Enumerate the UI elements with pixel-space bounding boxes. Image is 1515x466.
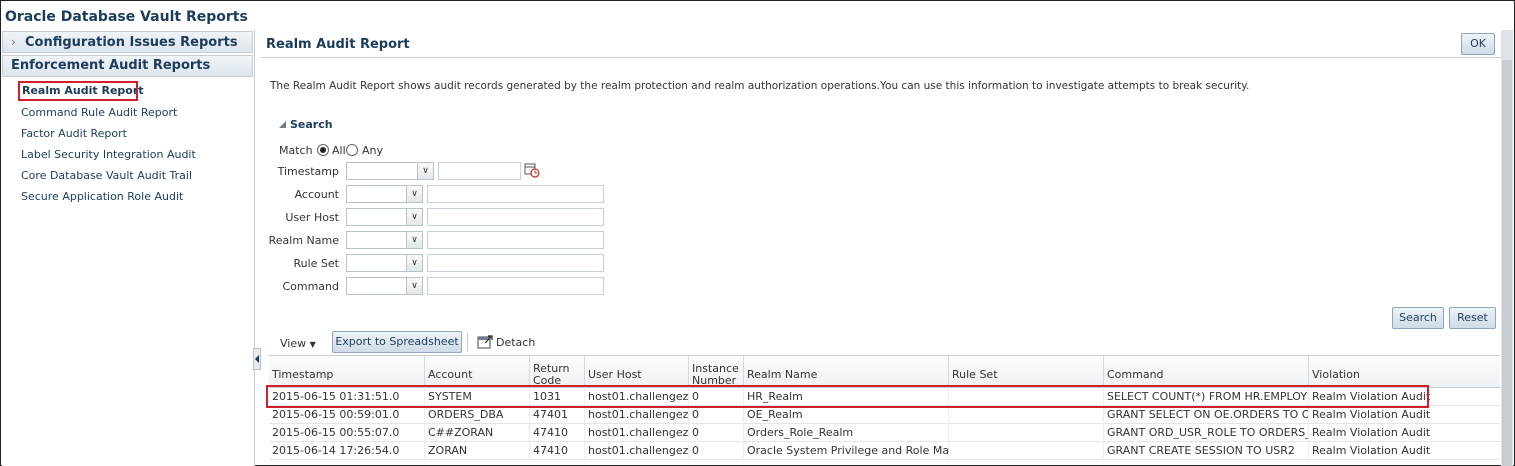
cell-realm-name: OE_Realm [744, 406, 949, 424]
rule-set-operator-select[interactable]: ∨ [346, 254, 423, 272]
chevron-right-icon: › [11, 35, 16, 49]
cell-rule-set [949, 424, 1104, 442]
match-all-radio[interactable] [317, 144, 329, 156]
account-input[interactable] [427, 185, 604, 203]
account-label: Account [294, 188, 339, 201]
realm-name-label: Realm Name [268, 234, 339, 247]
nav-command-rule-audit-report[interactable]: Command Rule Audit Report [21, 106, 177, 119]
accordion-configuration-issues[interactable]: › Configuration Issues Reports [2, 31, 253, 53]
cell-realm-name: Oracle System Privilege and Role Mana... [744, 442, 949, 460]
cell-violation: Realm Violation Audit [1312, 444, 1431, 457]
nav-factor-audit-report[interactable]: Factor Audit Report [21, 127, 127, 140]
cell-timestamp: 2015-06-15 00:59:01.0 [269, 406, 425, 424]
chevron-down-icon: ∨ [406, 278, 422, 294]
view-menu[interactable]: View ▼ [280, 337, 316, 350]
cell-violation: Realm Violation Audit [1312, 408, 1431, 421]
cell-return-code: 47410 [530, 424, 585, 442]
cell-command: GRANT SELECT ON OE.ORDERS TO OR... [1104, 406, 1309, 424]
highlight-box [266, 385, 1429, 408]
nav-label-security-integration-audit[interactable]: Label Security Integration Audit [21, 148, 196, 161]
realm-name-operator-select[interactable]: ∨ [346, 231, 423, 249]
scrollbar-thumb[interactable] [1502, 60, 1512, 466]
chevron-down-icon: ∨ [417, 163, 433, 179]
timestamp-operator-select[interactable]: ∨ [346, 162, 434, 180]
chevron-down-icon: ∨ [406, 209, 422, 225]
cell-user-host: host01.challengez... [585, 442, 689, 460]
table-header: Timestamp Account Return Code User Host I… [269, 355, 1500, 389]
nav-core-database-vault-audit-trail[interactable]: Core Database Vault Audit Trail [21, 169, 192, 182]
app-title: Oracle Database Vault Reports [5, 9, 248, 25]
command-operator-select[interactable]: ∨ [346, 277, 423, 295]
timestamp-label: Timestamp [277, 165, 339, 178]
disclosure-triangle-icon [279, 121, 286, 128]
match-any-label: Any [362, 144, 384, 157]
realm-name-input[interactable] [427, 231, 604, 249]
cell-command: GRANT CREATE SESSION TO USR2 [1104, 442, 1309, 460]
cell-instance: 0 [689, 442, 744, 460]
command-label: Command [282, 280, 339, 293]
cell-timestamp: 2015-06-14 17:26:54.0 [269, 442, 425, 460]
table-row[interactable]: 2015-06-15 00:59:01.0 ORDERS_DBA 47401 h… [269, 406, 1500, 424]
page-title: Realm Audit Report [266, 37, 410, 52]
rule-set-label: Rule Set [293, 257, 339, 270]
calendar-clock-icon[interactable] [524, 162, 540, 178]
ok-button[interactable]: OK [1461, 33, 1495, 55]
reset-button[interactable]: Reset [1449, 307, 1496, 329]
cell-timestamp: 2015-06-15 00:55:07.0 [269, 424, 425, 442]
cell-instance: 0 [689, 424, 744, 442]
cell-account: ORDERS_DBA [425, 406, 530, 424]
search-button[interactable]: Search [1392, 307, 1444, 329]
cell-violation: Realm Violation Audit [1312, 426, 1431, 439]
table-row[interactable]: 2015-06-14 17:26:54.0 ZORAN 47410 host01… [269, 442, 1500, 460]
cell-user-host: host01.challengez... [585, 406, 689, 424]
match-any-radio[interactable] [346, 144, 358, 156]
highlight-box [18, 81, 138, 101]
toolbar-separator [467, 333, 468, 351]
detach-icon[interactable] [477, 334, 493, 350]
cell-rule-set [949, 406, 1104, 424]
account-operator-select[interactable]: ∨ [346, 185, 423, 203]
user-host-input[interactable] [427, 208, 604, 226]
match-all-label: All [332, 144, 346, 157]
cell-account: C##ZORAN [425, 424, 530, 442]
caret-down-icon: ▼ [309, 340, 316, 349]
accordion-enforcement-audit[interactable]: Enforcement Audit Reports [2, 55, 253, 77]
header-divider [261, 57, 1501, 58]
user-host-operator-select[interactable]: ∨ [346, 208, 423, 226]
accordion-label: Configuration Issues Reports [25, 35, 238, 50]
user-host-label: User Host [285, 211, 339, 224]
chevron-down-icon: ∨ [406, 232, 422, 248]
timestamp-input[interactable] [438, 162, 521, 180]
cell-user-host: host01.challengez... [585, 424, 689, 442]
collapse-pane-handle[interactable] [253, 348, 261, 370]
rule-set-input[interactable] [427, 254, 604, 272]
cell-rule-set [949, 442, 1104, 460]
search-header[interactable]: Search [279, 118, 333, 131]
chevron-down-icon: ∨ [406, 255, 422, 271]
vertical-scrollbar[interactable] [1501, 30, 1513, 466]
view-menu-label: View [280, 337, 307, 350]
cell-return-code: 47401 [530, 406, 585, 424]
cell-instance: 0 [689, 406, 744, 424]
export-to-spreadsheet-button[interactable]: Export to Spreadsheet [332, 331, 462, 353]
command-input[interactable] [427, 277, 604, 295]
search-header-label: Search [290, 118, 333, 131]
cell-command: GRANT ORD_USR_ROLE TO ORDERS_U... [1104, 424, 1309, 442]
table-row[interactable]: 2015-06-15 00:55:07.0 C##ZORAN 47410 hos… [269, 424, 1500, 442]
accordion-label: Enforcement Audit Reports [11, 58, 211, 73]
match-label: Match [279, 144, 313, 157]
cell-realm-name: Orders_Role_Realm [744, 424, 949, 442]
cell-account: ZORAN [425, 442, 530, 460]
report-description: The Realm Audit Report shows audit recor… [270, 80, 1250, 92]
chevron-down-icon: ∨ [406, 186, 422, 202]
cell-return-code: 47410 [530, 442, 585, 460]
detach-button[interactable]: Detach [496, 336, 535, 349]
nav-secure-application-role-audit[interactable]: Secure Application Role Audit [21, 190, 183, 203]
